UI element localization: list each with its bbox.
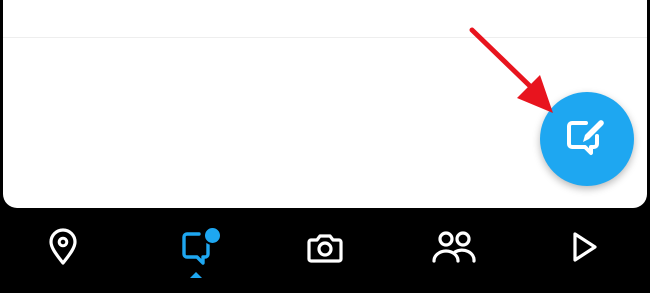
app-screen <box>0 0 650 293</box>
friends-icon <box>432 231 476 263</box>
camera-icon <box>307 234 343 263</box>
new-chat-compose-icon <box>567 120 604 155</box>
nav-item-map[interactable] <box>33 224 93 284</box>
notification-dot <box>203 226 222 245</box>
nav-item-chat[interactable] <box>166 224 226 284</box>
play-icon <box>573 232 597 262</box>
active-tab-indicator <box>190 272 202 278</box>
chat-list-area <box>3 0 647 208</box>
map-pin-icon <box>49 228 77 265</box>
nav-item-stories[interactable] <box>424 224 484 284</box>
bottom-nav-bar <box>0 208 650 293</box>
nav-item-spotlight[interactable] <box>553 224 613 284</box>
new-chat-button[interactable] <box>540 92 634 186</box>
list-divider <box>3 37 647 38</box>
nav-item-camera[interactable] <box>295 224 355 284</box>
